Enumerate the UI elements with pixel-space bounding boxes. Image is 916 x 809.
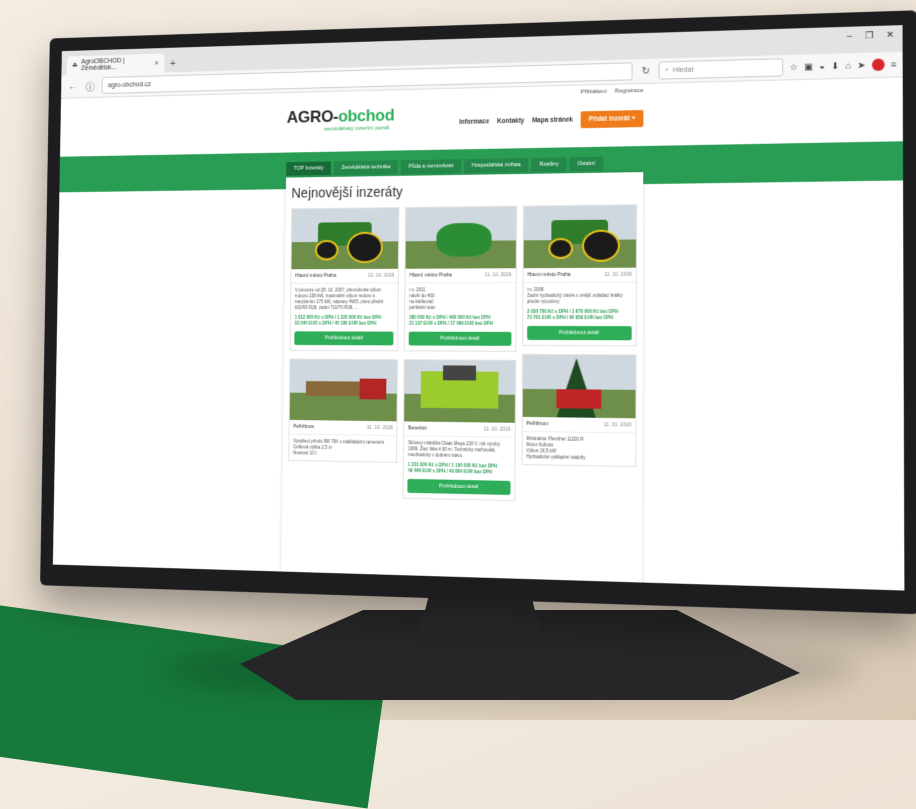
maximize-icon[interactable]: ❐ bbox=[865, 30, 874, 41]
listing-date: 11. 10. 2016 bbox=[603, 421, 632, 429]
logo-text-main: AGRO- bbox=[286, 107, 339, 127]
listing-card: Pelhřimov 11. 10. 2016 Minitraktor Pleinth… bbox=[521, 353, 637, 468]
new-tab-icon[interactable]: + bbox=[164, 58, 181, 73]
listing-location: Hlavní město Praha bbox=[295, 272, 337, 279]
listing-description: V provozu od 28. 10. 2007, převodovka vý… bbox=[294, 287, 384, 310]
send-icon[interactable]: ➤ bbox=[857, 59, 865, 70]
web-page: Přihlášení Registrace AGRO-obchod zemědě… bbox=[52, 77, 905, 591]
home-icon[interactable]: ⌂ bbox=[845, 60, 851, 70]
listing-photo[interactable] bbox=[289, 359, 398, 422]
listing-card: Benešov 11. 10. 2016 Sklízecí mlátička Cla… bbox=[402, 359, 516, 502]
view-detail-button[interactable]: Prohlédnout detail bbox=[294, 331, 394, 346]
listing-description: r.v. 2011 návěr do 400 na balíkovač perf… bbox=[409, 287, 436, 310]
view-detail-button[interactable]: Prohlédnout detail bbox=[526, 325, 632, 341]
listing-photo[interactable] bbox=[404, 360, 515, 423]
search-input[interactable]: ⌕ Hledat bbox=[658, 58, 784, 80]
listing-description: r.v. 2008 Zadní hydraulický závěs s vněj… bbox=[527, 287, 623, 305]
register-link[interactable]: Registrace bbox=[615, 88, 644, 95]
window-controls: – ❐ ✕ bbox=[847, 29, 894, 42]
nav-kontakty[interactable]: Kontakty bbox=[497, 118, 524, 125]
category-tab[interactable]: Rostliny bbox=[531, 157, 567, 172]
view-detail-button[interactable]: Prohlédnout detail bbox=[408, 331, 512, 346]
listing-header: Hlavní město Praha 11. 10. 2016 bbox=[405, 268, 516, 284]
category-tab[interactable]: TOP Inzeráty bbox=[286, 161, 332, 176]
browser-window: ☘ AgroOBCHOD | Zemědělsk... ✕ + – ❐ ✕ ← … bbox=[52, 25, 905, 591]
clipboard-icon[interactable]: ▣ bbox=[804, 61, 813, 72]
listing-description: Vyvážecí přívěs BR 70K s nakládacím rame… bbox=[293, 438, 385, 456]
close-window-icon[interactable]: ✕ bbox=[886, 29, 894, 41]
listing-header: Hlavní město Praha 11. 10. 2016 bbox=[523, 267, 636, 284]
back-icon[interactable]: ← bbox=[66, 81, 78, 92]
add-listing-button[interactable]: Přidat inzerát + bbox=[580, 109, 644, 129]
listing-description: Minitraktor Pleinther 11200 R Motor Kubo… bbox=[526, 436, 586, 461]
listing-price: 1 012 000 Kč s DPH / 1 220 000 Kč bez DP… bbox=[294, 314, 382, 326]
listing-card: Hlavní město Praha 11. 10. 2016 r.v. 2011 … bbox=[404, 205, 517, 352]
tab-title: AgroOBCHOD | Zemědělsk... bbox=[81, 57, 125, 73]
listing-price: 380 000 Kč s DPH / 480 000 Kč bez DPH 21… bbox=[409, 314, 494, 326]
search-placeholder: Hledat bbox=[672, 66, 694, 74]
listing-header: Benešov 11. 10. 2016 bbox=[404, 421, 515, 438]
listing-card: Hlavní město Praha 12. 10. 2016 V provozu … bbox=[289, 207, 400, 352]
listing-column: Hlavní město Praha 12. 10. 2016 V provozu … bbox=[288, 207, 400, 498]
listing-date: 12. 10. 2016 bbox=[367, 272, 395, 279]
minimize-icon[interactable]: – bbox=[847, 31, 852, 42]
listing-column: Hlavní město Praha 11. 10. 2016 r.v. 2008 … bbox=[521, 204, 638, 503]
listing-location: Benešov bbox=[408, 425, 427, 432]
listing-column: Hlavní město Praha 11. 10. 2016 r.v. 2011 … bbox=[402, 205, 517, 502]
listing-header: Pelhřimov 11. 10. 2016 bbox=[522, 416, 636, 434]
tab-close-icon[interactable]: ✕ bbox=[154, 59, 159, 67]
bookmark-star-icon[interactable]: ☆ bbox=[790, 61, 798, 72]
download-icon[interactable]: ⬇ bbox=[831, 60, 839, 71]
listing-description: Sklízecí mlátička Claas Mega 218 V, rok … bbox=[407, 440, 500, 459]
logo-tagline: zemědělský inzertní portál bbox=[323, 125, 390, 133]
site-logo[interactable]: AGRO-obchod zemědělský inzertní portál bbox=[287, 106, 395, 134]
listing-date: 11. 10. 2016 bbox=[366, 424, 393, 432]
listing-grid: Hlavní město Praha 12. 10. 2016 V provozu … bbox=[288, 204, 638, 503]
site-header: Přihlášení Registrace AGRO-obchod zemědě… bbox=[286, 84, 644, 153]
listing-location: Pelhřimov bbox=[293, 423, 315, 431]
adblock-icon[interactable] bbox=[871, 58, 885, 72]
listing-price: 1 331 000 Kč s DPH / 1 100 000 Kč bez DP… bbox=[407, 462, 498, 475]
menu-icon[interactable]: ≡ bbox=[891, 59, 897, 69]
listing-card: Hlavní město Praha 11. 10. 2016 r.v. 2008 … bbox=[521, 204, 638, 347]
browser-tab[interactable]: ☘ AgroOBCHOD | Zemědělsk... ✕ bbox=[66, 53, 165, 76]
pocket-icon[interactable]: ◒ bbox=[819, 61, 825, 71]
listing-location: Hlavní město Praha bbox=[527, 271, 571, 279]
listing-date: 11. 10. 2016 bbox=[483, 426, 511, 433]
listings-panel: Nejnovější inzeráty Hlavní město Praha 12… bbox=[280, 172, 644, 591]
main-nav: Informace Kontakty Mapa stránek Přidat i… bbox=[459, 109, 644, 131]
logo-text-accent: obchod bbox=[338, 105, 395, 126]
monitor: ☘ AgroOBCHOD | Zemědělsk... ✕ + – ❐ ✕ ← … bbox=[40, 10, 916, 615]
view-detail-button[interactable]: Prohlédnout detail bbox=[407, 478, 511, 495]
listing-header: Hlavní město Praha 12. 10. 2016 bbox=[291, 268, 399, 284]
listing-price: 2 030 700 Kč s DPH / 1 670 000 Kč bez DP… bbox=[526, 308, 619, 321]
nav-mapa-stranek[interactable]: Mapa stránek bbox=[532, 117, 573, 125]
nav-informace[interactable]: Informace bbox=[459, 118, 489, 126]
listing-card: Pelhřimov 11. 10. 2016 Vyvážecí přívěs BR … bbox=[288, 358, 399, 463]
listing-date: 11. 10. 2016 bbox=[484, 272, 512, 279]
section-title: Nejnovější inzeráty bbox=[291, 183, 403, 201]
listing-location: Pelhřimov bbox=[526, 420, 549, 428]
login-link[interactable]: Přihlášení bbox=[580, 89, 607, 96]
info-icon[interactable]: ⓘ bbox=[84, 79, 97, 93]
category-tab[interactable]: Zemědělská technika bbox=[333, 160, 399, 175]
listing-location: Hlavní město Praha bbox=[409, 272, 452, 279]
search-icon: ⌕ bbox=[664, 66, 669, 74]
listing-photo[interactable] bbox=[291, 208, 399, 270]
tab-favicon-icon: ☘ bbox=[72, 62, 78, 70]
listing-photo[interactable] bbox=[522, 354, 636, 419]
listing-date: 11. 10. 2016 bbox=[604, 271, 632, 278]
category-tab[interactable]: Ostatní bbox=[569, 156, 604, 172]
listing-photo[interactable] bbox=[523, 205, 637, 269]
category-tab[interactable]: Hospodářská zvířata bbox=[463, 158, 529, 173]
listing-header: Pelhřimov 11. 10. 2016 bbox=[289, 419, 397, 437]
category-tab[interactable]: Půda a nemovitosti bbox=[400, 159, 462, 174]
listing-photo[interactable] bbox=[405, 206, 516, 269]
reload-icon[interactable]: ↻ bbox=[639, 65, 653, 76]
user-links: Přihlášení Registrace bbox=[580, 88, 643, 96]
